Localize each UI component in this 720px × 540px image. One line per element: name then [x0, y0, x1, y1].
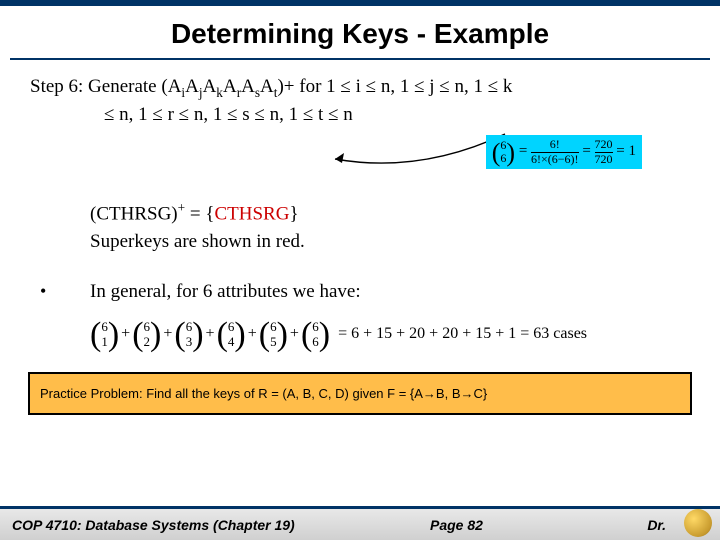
step-label: Step 6: Generate (A [30, 76, 181, 97]
arrow-svg [330, 129, 510, 171]
bullet-text: In general, for 6 attributes we have: [90, 279, 361, 305]
bullet-general: • In general, for 6 attributes we have: [30, 279, 690, 305]
ucf-logo-icon [684, 509, 712, 537]
content-area: Step 6: Generate (AiAjAkArAsAt)+ for 1 ≤… [0, 74, 720, 350]
step-6-text: Step 6: Generate (AiAjAkArAsAt)+ for 1 ≤… [30, 74, 690, 127]
title-divider [10, 58, 710, 60]
footer-author: Dr. [647, 517, 666, 533]
practice-problem-box: Practice Problem: Find all the keys of R… [28, 372, 692, 415]
binomial-formula-box: (66) = 6!6!×(6−6)! = 720720 = 1 [486, 135, 642, 168]
page-title: Determining Keys - Example [0, 18, 720, 50]
superkey-note: Superkeys are shown in red. [90, 229, 690, 255]
step-line2: ≤ n, 1 ≤ r ≤ n, 1 ≤ s ≤ n, 1 ≤ t ≤ n [104, 102, 690, 128]
formula-area: (66) = 6!6!×(6−6)! = 720720 = 1 [30, 133, 690, 191]
sum-tail: = 6 + 15 + 20 + 20 + 15 + 1 = 63 cases [338, 323, 587, 345]
closure-result: CTHSRG [214, 204, 289, 225]
sum-formula: (61) + (62) + (63) + (64) + (65) + (66) … [90, 319, 690, 350]
footer-bar: COP 4710: Database Systems (Chapter 19) … [0, 506, 720, 540]
footer-course: COP 4710: Database Systems (Chapter 19) [12, 517, 295, 533]
footer-page: Page 82 [430, 517, 483, 533]
top-accent-bar [0, 0, 720, 6]
bullet-dot: • [30, 279, 90, 303]
closure-line: (CTHRSG)+ = {CTHSRG} [90, 199, 690, 227]
